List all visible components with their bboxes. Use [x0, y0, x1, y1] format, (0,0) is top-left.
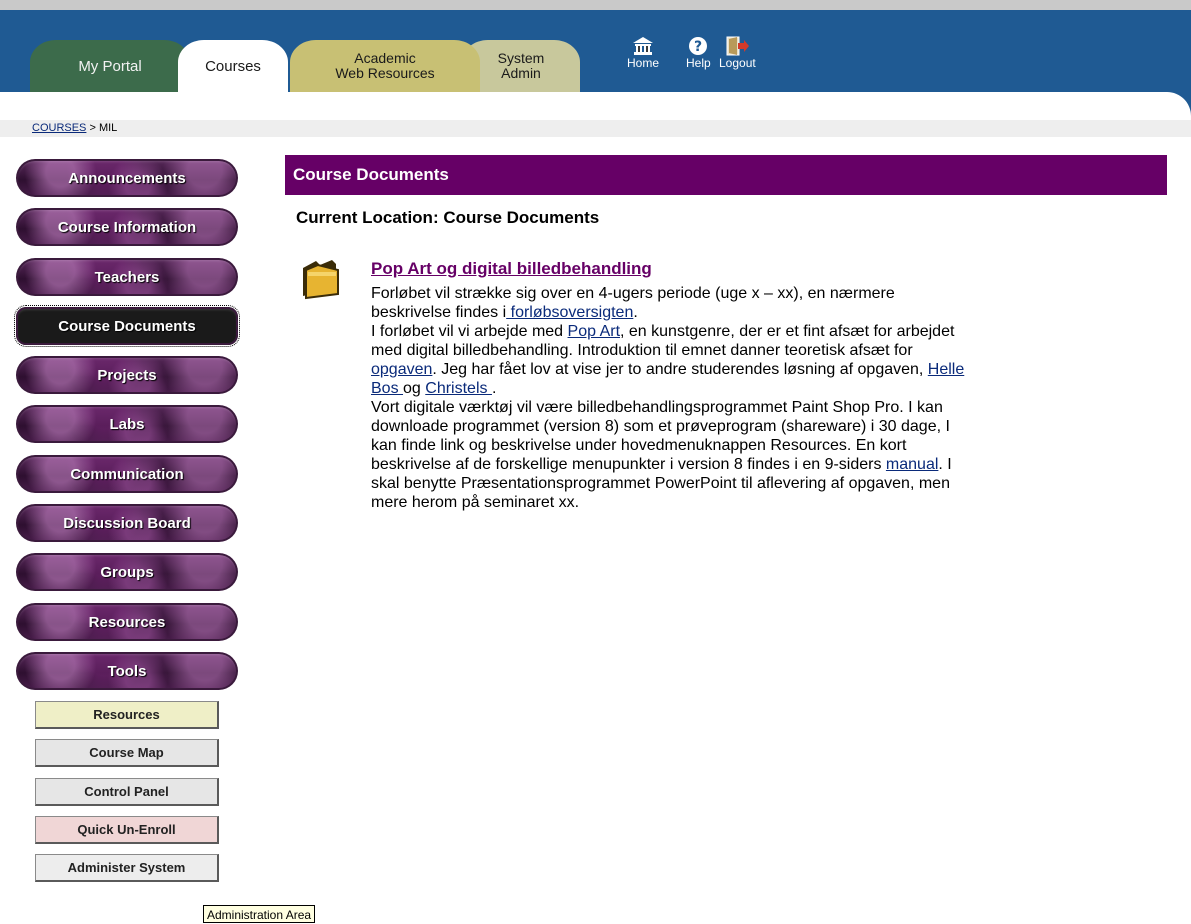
admin-button-label: Control Panel — [84, 784, 169, 799]
sidebar-item-discussion-board[interactable]: Discussion Board — [16, 504, 238, 542]
tab-my-portal[interactable]: My Portal — [30, 40, 190, 92]
home-link[interactable]: Home — [627, 36, 659, 70]
sidebar-item-announcements[interactable]: Announcements — [16, 159, 238, 197]
desc-text: og — [403, 380, 426, 397]
desc-text: mere herom på seminaret xx. — [371, 494, 580, 511]
sidebar-item-label: Communication — [70, 465, 184, 483]
desc-line: downloade programmet (version 8) som et … — [371, 417, 1151, 436]
sidebar-item-label: Projects — [97, 366, 157, 384]
folder-description: Forløbet vil strække sig over en 4-ugers… — [371, 284, 1151, 512]
desc-text: I forløbet vil vi arbejde med — [371, 323, 568, 340]
admin-button-quick-unenroll[interactable]: Quick Un-Enroll — [35, 816, 219, 844]
tab-courses-label: Courses — [205, 57, 261, 75]
desc-text: Forløbet vil strække sig over en 4-ugers… — [371, 285, 895, 302]
pop-art-link[interactable]: Pop Art — [568, 323, 620, 340]
content-header: Course Documents — [285, 155, 1167, 195]
desc-text: , en kunstgenre, der er et fint afsæt fo… — [620, 323, 955, 340]
folder-icon — [303, 260, 339, 300]
desc-line: Bos og Christels . — [371, 379, 1151, 398]
desc-text: . — [491, 380, 497, 397]
sidebar-item-label: Tools — [107, 662, 147, 680]
sidebar-item-projects[interactable]: Projects — [16, 356, 238, 394]
sidebar-item-label: Course Documents — [58, 317, 196, 335]
sidebar-item-label: Course Information — [57, 218, 197, 236]
help-label: Help — [686, 56, 711, 70]
sidebar-item-label: Resources — [88, 613, 166, 631]
logout-label: Logout — [719, 56, 756, 70]
manual-link[interactable]: manual — [886, 456, 938, 473]
christels-link[interactable]: Christels — [425, 380, 492, 397]
admin-button-label: Resources — [93, 707, 160, 722]
desc-text: downloade programmet (version 8) som et … — [371, 418, 950, 435]
desc-text: beskrivelse af de forskellige menupunkte… — [371, 456, 886, 473]
sidebar-item-tools[interactable]: Tools — [16, 652, 238, 690]
breadcrumb-courses-link[interactable]: COURSES — [32, 122, 86, 134]
top-header: My Portal Courses Academic Web Resources… — [0, 0, 1191, 118]
admin-button-resources[interactable]: Resources — [35, 701, 219, 729]
desc-line: kan finde link og beskrivelse under hove… — [371, 436, 1151, 455]
sidebar-item-course-documents[interactable]: Course Documents — [14, 305, 240, 347]
breadcrumb-current: MIL — [98, 122, 118, 134]
sidebar-item-resources[interactable]: Resources — [16, 603, 238, 641]
sidebar-item-label: Groups — [100, 563, 154, 581]
sidebar-item-label: Announcements — [68, 169, 186, 187]
tab-academic-label-line2: Web Resources — [335, 65, 435, 81]
folder-title-link[interactable]: Pop Art og digital billedbehandling — [371, 259, 652, 279]
admin-button-label: Administer System — [67, 860, 186, 875]
sidebar-item-label: Discussion Board — [63, 514, 191, 532]
current-location: Current Location: Course Documents — [296, 208, 600, 227]
tab-academic-web-resources[interactable]: Academic Web Resources — [290, 40, 480, 92]
desc-text: skal benytte Præsentationsprogrammet Pow… — [371, 475, 950, 492]
logout-link[interactable]: Logout — [719, 36, 756, 70]
desc-text: kan finde link og beskrivelse under hove… — [371, 437, 907, 454]
desc-text: . Jeg har fået lov at vise jer to andre … — [432, 361, 928, 378]
admin-button-administer-system[interactable]: Administer System — [35, 854, 219, 882]
admin-button-label: Quick Un-Enroll — [77, 822, 176, 837]
header-curve — [0, 92, 1191, 118]
sidebar-item-teachers[interactable]: Teachers — [16, 258, 238, 296]
helle-bos-link[interactable]: Helle — [928, 361, 964, 378]
sidebar-item-groups[interactable]: Groups — [16, 553, 238, 591]
tab-sysadmin-label-line2: Admin — [501, 65, 541, 81]
desc-line: skal benytte Præsentationsprogrammet Pow… — [371, 474, 1151, 493]
sidebar-item-labs[interactable]: Labs — [16, 405, 238, 443]
top-gray-strip — [0, 0, 1191, 10]
sidebar-item-label: Labs — [109, 415, 145, 433]
desc-line: opgaven. Jeg har fået lov at vise jer to… — [371, 360, 1151, 379]
helle-bos-link-cont[interactable]: Bos — [371, 380, 403, 397]
desc-line: Forløbet vil strække sig over en 4-ugers… — [371, 284, 1151, 303]
desc-text: med digital billedbehandling. Introdukti… — [371, 342, 913, 359]
opgaven-link[interactable]: opgaven — [371, 361, 432, 378]
help-link[interactable]: ? Help — [686, 36, 711, 70]
tab-courses[interactable]: Courses — [178, 40, 288, 92]
tab-sysadmin-label-line1: System — [497, 50, 545, 66]
desc-text: . I — [938, 456, 952, 473]
logout-door-icon — [726, 36, 750, 56]
admin-button-control-panel[interactable]: Control Panel — [35, 778, 219, 806]
admin-button-label: Course Map — [89, 745, 164, 760]
admin-button-course-map[interactable]: Course Map — [35, 739, 219, 767]
desc-line: mere herom på seminaret xx. — [371, 493, 1151, 512]
sidebar-item-communication[interactable]: Communication — [16, 455, 238, 493]
sidebar-item-label: Teachers — [94, 268, 160, 286]
desc-text: Vort digitale værktøj vil være billedbeh… — [371, 399, 943, 416]
home-label: Home — [627, 56, 660, 70]
sidebar-item-course-information[interactable]: Course Information — [16, 208, 238, 246]
desc-line: Vort digitale værktøj vil være billedbeh… — [371, 398, 1151, 417]
help-icon: ? — [689, 37, 708, 55]
breadcrumb: COURSES > MIL — [0, 120, 1191, 137]
tab-my-portal-label: My Portal — [78, 57, 142, 75]
tooltip: Administration Area — [203, 905, 316, 923]
desc-text: beskrivelse findes i — [371, 304, 507, 321]
desc-text: . — [633, 304, 638, 321]
desc-line: med digital billedbehandling. Introdukti… — [371, 341, 1151, 360]
forlobsoversigten-link[interactable]: forløbsoversigten — [506, 304, 634, 321]
desc-line: I forløbet vil vi arbejde med Pop Art, e… — [371, 322, 1151, 341]
breadcrumb-separator: > — [86, 122, 99, 134]
desc-line: beskrivelse findes i forløbsoversigten. — [371, 303, 1151, 322]
home-icon — [633, 37, 653, 55]
tab-academic-label-line1: Academic — [354, 50, 416, 66]
svg-text:?: ? — [694, 39, 702, 55]
desc-line: beskrivelse af de forskellige menupunkte… — [371, 455, 1151, 474]
